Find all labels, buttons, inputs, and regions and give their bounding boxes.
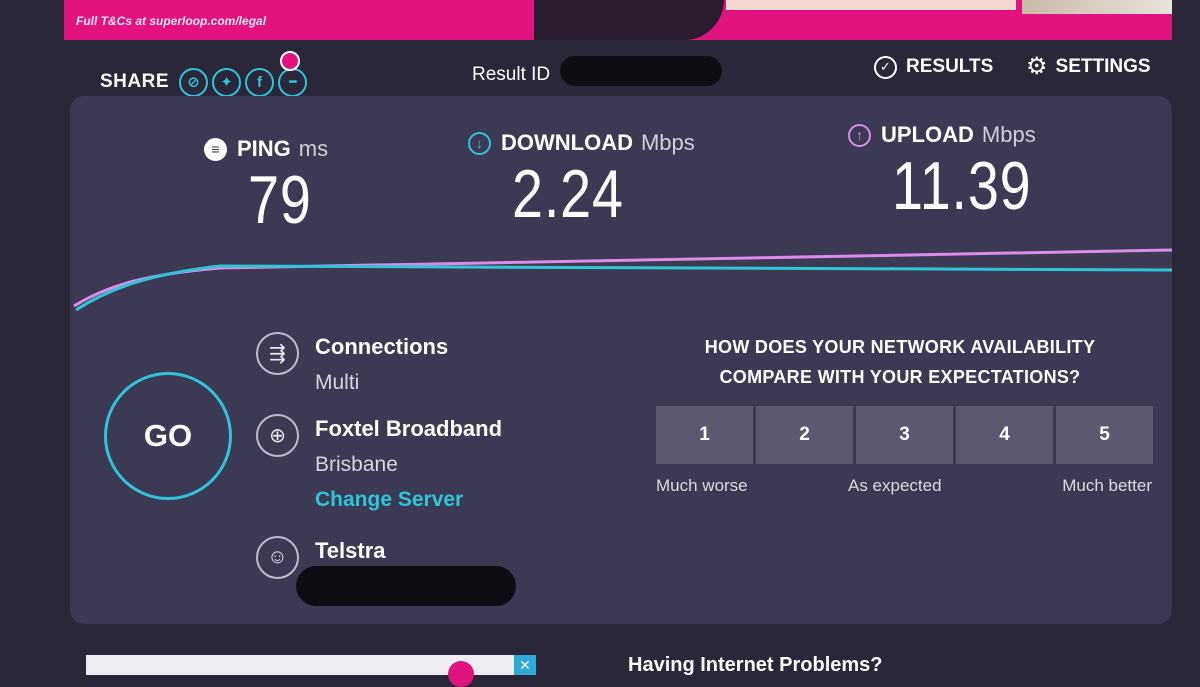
check-circle-icon: ✓ [874,55,897,79]
connections-info: ⇶ Connections Multi [256,332,448,398]
ping-unit: ms [298,136,329,161]
twitter-icon[interactable]: ✦ [212,67,242,97]
gear-icon: ⚙ [1026,53,1048,80]
facebook-icon[interactable]: f [245,67,275,97]
rating-option-4[interactable]: 4 [956,406,1053,464]
download-metric: ↓ DOWNLOAD Mbps 2.24 [468,130,695,228]
internet-problems-heading: Having Internet Problems? [628,654,883,676]
ping-icon: ≡ [204,137,227,161]
rating-option-5[interactable]: 5 [1056,406,1153,464]
download-arrow-icon: ↓ [468,131,491,155]
ping-value: 79 [248,162,312,238]
result-id-label: Result ID [472,64,551,85]
ad-graphic [534,0,724,40]
redacted-result-id [560,56,722,86]
results-panel: ≡ PING ms 79 ↓ DOWNLOAD Mbps 2.24 ↑ UPLO… [70,96,1172,624]
speed-graph [73,248,1172,312]
upload-value: 11.39 [892,148,1032,224]
isp-name: Telstra [315,538,386,563]
rating-labels: Much worse As expected Much better [656,476,1152,500]
redacted-ip-address [296,566,516,606]
connections-value: Multi [315,371,360,394]
notification-badge [280,51,300,71]
more-icon[interactable]: ••• [278,67,308,97]
bottom-ad[interactable]: ✕ [86,655,536,687]
survey-question: HOW DOES YOUR NETWORK AVAILABILITY COMPA… [704,337,1096,387]
rating-label-low: Much worse [656,476,748,495]
server-info: ⊕ Foxtel Broadband Brisbane Change Serve… [256,414,502,515]
user-icon: ☺ [256,536,299,579]
globe-icon: ⊕ [256,414,299,457]
ping-label: PING [237,136,291,161]
rating-option-2[interactable]: 2 [756,406,853,464]
download-graph-line [75,264,1172,312]
download-label: DOWNLOAD [501,130,633,155]
results-link[interactable]: ✓ RESULTS [874,52,993,82]
server-name: Foxtel Broadband [315,416,503,441]
results-label: RESULTS [906,56,994,77]
ad-graphic [448,661,474,687]
upload-arrow-icon: ↑ [848,123,871,147]
ad-banner[interactable]: Full T&Cs at superloop.com/legal [64,0,1172,40]
go-button[interactable]: GO [104,372,232,500]
upload-unit: Mbps [981,122,1036,147]
rating-label-mid: As expected [848,476,942,495]
server-city: Brisbane [315,453,398,476]
rating-option-3[interactable]: 3 [856,406,953,464]
download-unit: Mbps [640,130,695,155]
link-icon[interactable]: ⊘ [179,67,209,97]
ad-image [726,0,1016,10]
upload-label: UPLOAD [881,122,974,147]
ping-metric: ≡ PING ms 79 [204,136,328,234]
download-value: 2.24 [512,156,624,232]
rating-label-high: Much better [1062,476,1152,495]
connections-icon: ⇶ [256,332,299,375]
rating-option-1[interactable]: 1 [656,406,753,464]
settings-link[interactable]: ⚙ SETTINGS [1026,52,1151,82]
upload-metric: ↑ UPLOAD Mbps 11.39 [848,122,1062,220]
rating-scale: 1 2 3 4 5 [656,406,1156,464]
close-icon[interactable]: ✕ [514,655,536,675]
settings-label: SETTINGS [1055,56,1151,77]
ad-photo [1022,0,1172,14]
upload-graph-line [73,248,1172,308]
change-server-link[interactable]: Change Server [315,485,502,515]
share-label: SHARE [100,71,170,92]
connections-title: Connections [315,334,449,359]
ad-legal-text: Full T&Cs at superloop.com/legal [76,14,267,28]
